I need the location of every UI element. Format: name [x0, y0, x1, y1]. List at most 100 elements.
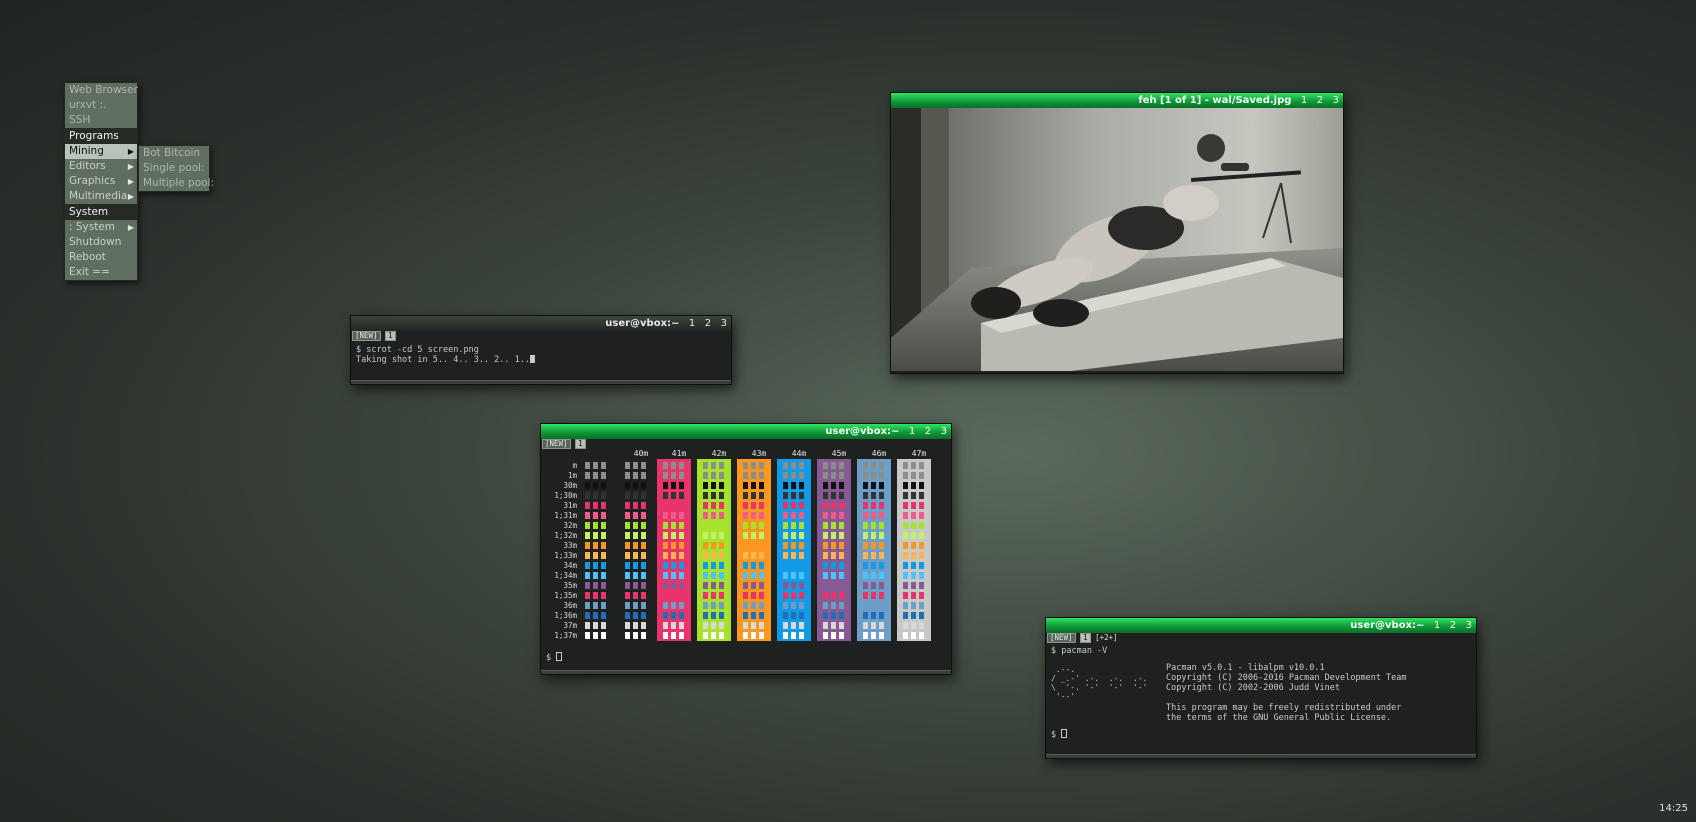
workspace-3[interactable]: 3: [721, 318, 727, 329]
workspace-3[interactable]: 3: [1466, 620, 1472, 631]
tab-new[interactable]: [NEW]: [352, 331, 381, 341]
color-sample-glyph: [831, 512, 836, 519]
color-sample-glyph: [879, 622, 884, 629]
color-sample-glyph: [679, 462, 684, 469]
color-sample-glyph: [679, 482, 684, 489]
workspace-3[interactable]: 3: [941, 426, 947, 437]
colors-titlebar[interactable]: user@vbox:~ 1 2 3: [541, 424, 951, 439]
color-sample-glyph: [719, 602, 724, 609]
menu-item[interactable]: Single pool:: [139, 161, 209, 176]
submenu-item[interactable]: Graphics ▶: [65, 174, 137, 189]
color-sample-glyph: [783, 472, 788, 479]
color-sample-glyph: [863, 622, 868, 629]
color-sample-glyph: [585, 632, 590, 639]
color-sample-glyph: [759, 622, 764, 629]
colors-terminal[interactable]: user@vbox:~ 1 2 3 [NEW] 1 40m 41m 42m 43m 44…: [540, 423, 952, 675]
menu-item[interactable]: SSH: [65, 113, 137, 128]
color-sample-glyph: [593, 632, 598, 639]
color-sample-glyph: [791, 562, 796, 569]
color-sample-glyph: [911, 582, 916, 589]
tab-1[interactable]: 1: [385, 331, 396, 341]
row-label: 37m: [563, 621, 577, 630]
color-sample-glyph: [879, 512, 884, 519]
menu-item[interactable]: Shutdown: [65, 235, 137, 250]
info-line: Copyright (C) 2002-2006 Judd Vinet: [1166, 683, 1340, 693]
color-sample-glyph: [663, 542, 668, 549]
workspace-2[interactable]: 2: [925, 426, 931, 437]
pacman-terminal[interactable]: user@vbox:~ 1 2 3 [NEW] 1 [+2+] $ pacman…: [1045, 617, 1477, 759]
color-sample-glyph: [641, 592, 646, 599]
submenu-item[interactable]: : System ▶: [65, 220, 137, 235]
color-sample-glyph: [783, 592, 788, 599]
menu-item[interactable]: Web Browser: [65, 83, 138, 98]
color-sample-glyph: [839, 462, 844, 469]
color-sample-glyph: [751, 572, 756, 579]
tab-1[interactable]: 1: [1080, 633, 1091, 643]
color-sample-glyph: [719, 462, 724, 469]
color-sample-glyph: [601, 592, 606, 599]
color-sample-glyph: [903, 532, 908, 539]
tab-new[interactable]: [NEW]: [1047, 633, 1076, 643]
workspace-2[interactable]: 2: [705, 318, 711, 329]
color-sample-glyph: [791, 472, 796, 479]
color-sample-glyph: [823, 512, 828, 519]
color-sample-glyph: [759, 482, 764, 489]
submenu-item[interactable]: Multimedia ▶: [65, 189, 137, 204]
text-cursor: [556, 652, 563, 661]
menu-item[interactable]: Bot Bitcoin: [139, 146, 209, 161]
menu-item[interactable]: urxvt :.: [65, 98, 137, 113]
scrot-titlebar[interactable]: user@vbox:~ 1 2 3: [351, 316, 731, 331]
color-sample-glyph: [903, 502, 908, 509]
color-sample-glyph: [879, 592, 884, 599]
color-sample-glyph: [863, 592, 868, 599]
submenu-item[interactable]: Editors ▶: [65, 159, 137, 174]
color-sample-glyph: [679, 622, 684, 629]
workspace-1[interactable]: 1: [1434, 620, 1440, 631]
color-sample-glyph: [831, 472, 836, 479]
color-sample-glyph: [823, 502, 828, 509]
color-sample-glyph: [863, 552, 868, 559]
submenu-arrow-icon: ▶: [127, 147, 134, 156]
menu-item[interactable]: Exit ==: [65, 265, 137, 280]
color-sample-glyph: [625, 632, 630, 639]
color-sample-glyph: [919, 532, 924, 539]
menu-item-label: Shutdown: [69, 236, 122, 248]
color-sample-glyph: [633, 562, 638, 569]
tab-new[interactable]: [NEW]: [542, 439, 571, 449]
color-sample-glyph: [719, 562, 724, 569]
menu-item[interactable]: Reboot: [65, 250, 137, 265]
workspace-2[interactable]: 2: [1450, 620, 1456, 631]
color-sample-glyph: [911, 592, 916, 599]
color-sample-glyph: [791, 462, 796, 469]
pacman-titlebar[interactable]: user@vbox:~ 1 2 3: [1046, 618, 1476, 633]
submenu-item[interactable]: Mining ▶: [65, 144, 137, 159]
workspace-1[interactable]: 1: [909, 426, 915, 437]
workspace-3[interactable]: 3: [1333, 95, 1339, 106]
color-table: 40m 41m 42m 43m 44m 45m 46m 47m m 1m 30m 1;30m 31m 1;…: [541, 449, 951, 649]
color-sample-glyph: [919, 622, 924, 629]
color-sample-glyph: [879, 542, 884, 549]
feh-window[interactable]: feh [1 of 1] - wal/Saved.jpg 1 2 3: [890, 92, 1344, 374]
feh-titlebar[interactable]: feh [1 of 1] - wal/Saved.jpg 1 2 3: [891, 93, 1343, 108]
color-sample-glyph: [863, 522, 868, 529]
workspace-1[interactable]: 1: [689, 318, 695, 329]
tab-more[interactable]: [+2+]: [1095, 633, 1118, 642]
color-sample-glyph: [919, 472, 924, 479]
color-sample-glyph: [703, 552, 708, 559]
colors-title: user@vbox:~: [825, 426, 900, 437]
color-sample-glyph: [711, 482, 716, 489]
tab-1[interactable]: 1: [575, 439, 586, 449]
color-sample-glyph: [671, 632, 676, 639]
color-sample-glyph: [839, 532, 844, 539]
color-sample-glyph: [711, 602, 716, 609]
menu-item[interactable]: Multiple pool:: [139, 176, 214, 191]
color-sample-glyph: [919, 512, 924, 519]
color-sample-glyph: [703, 582, 708, 589]
color-sample-glyph: [679, 552, 684, 559]
color-sample-glyph: [783, 462, 788, 469]
scrot-terminal[interactable]: user@vbox:~ 1 2 3 [NEW] 1 $ scrot -cd 5 …: [350, 315, 732, 385]
color-sample-glyph: [711, 582, 716, 589]
workspace-1[interactable]: 1: [1301, 95, 1307, 106]
workspace-2[interactable]: 2: [1317, 95, 1323, 106]
color-sample-glyph: [625, 622, 630, 629]
